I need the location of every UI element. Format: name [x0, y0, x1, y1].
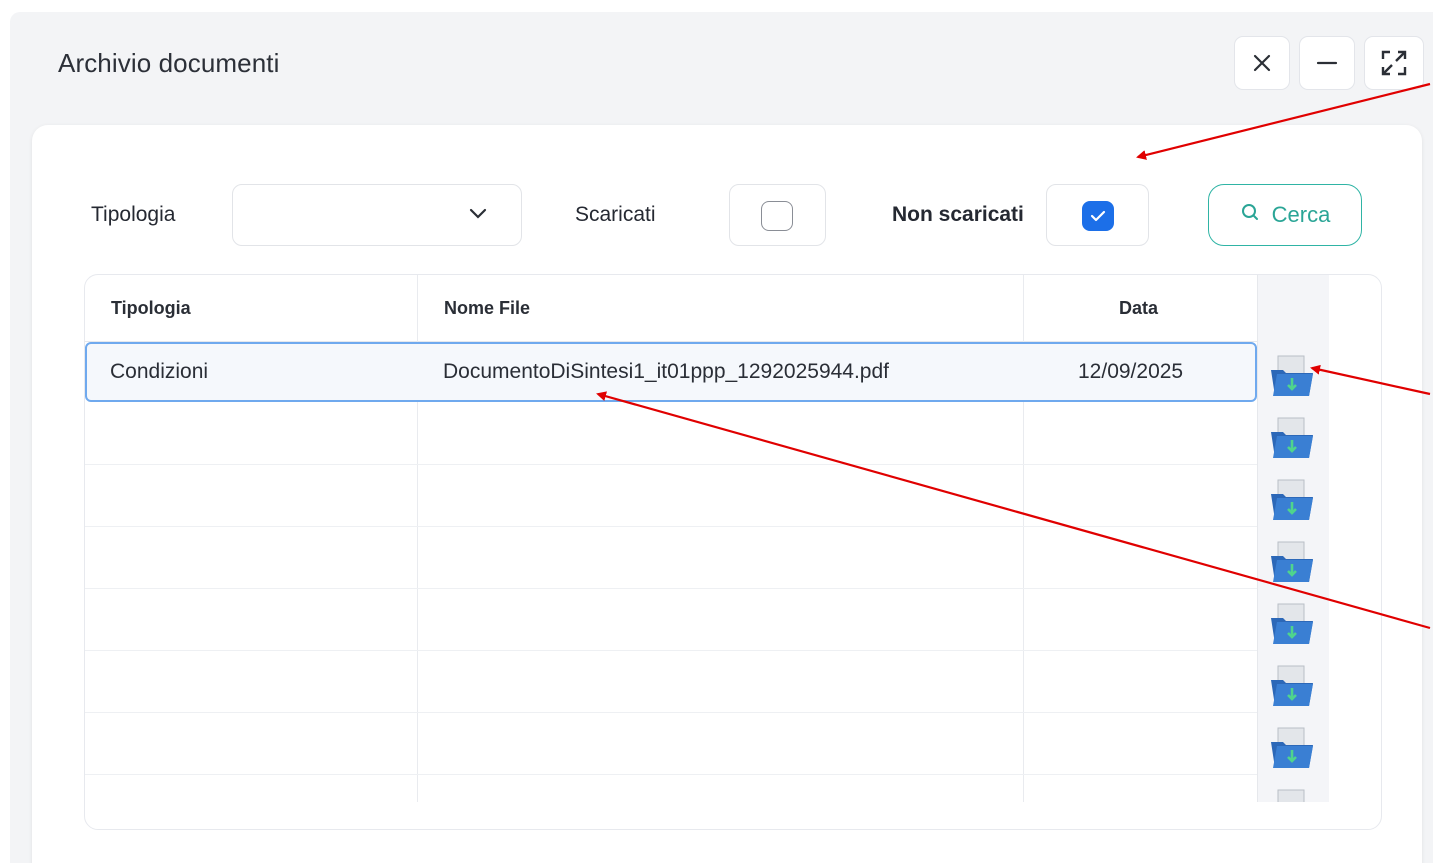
download-folder-icon[interactable] [1269, 786, 1315, 802]
row-divider [85, 464, 1329, 465]
minimize-icon [1316, 61, 1338, 65]
download-folder-icon[interactable] [1269, 352, 1315, 398]
cell-tipologia: Condizioni [110, 360, 209, 383]
download-folder-icon[interactable] [1269, 724, 1315, 770]
maximize-button[interactable] [1364, 36, 1424, 90]
cell-nome-file: DocumentoDiSintesi1_it01ppp_1292025944.p… [443, 360, 890, 383]
non-scaricati-label: Non scaricati [892, 203, 1024, 226]
row-divider [85, 650, 1329, 651]
grid-header [85, 275, 1257, 342]
search-icon [1241, 204, 1258, 220]
document-archive-window: Archivio documenti Tipologia Scaricati N… [10, 12, 1433, 863]
column-header-data[interactable]: Data [1119, 275, 1158, 342]
row-divider [85, 526, 1329, 527]
search-button[interactable]: Cerca [1208, 184, 1362, 246]
download-folder-icon[interactable] [1269, 476, 1315, 522]
row-divider [85, 588, 1329, 589]
chevron-down-icon [469, 208, 487, 219]
row-divider [85, 712, 1329, 713]
column-header-tipologia[interactable]: Tipologia [111, 275, 191, 342]
column-header-nome-file[interactable]: Nome File [444, 275, 530, 342]
non-scaricati-checkbox-container [1046, 184, 1149, 246]
content-card: Tipologia Scaricati Non scaricati Cerca … [32, 125, 1422, 863]
download-folder-icon[interactable] [1269, 538, 1315, 584]
scaricati-checkbox-container [729, 184, 826, 246]
tipologia-label: Tipologia [91, 203, 176, 226]
scaricati-label: Scaricati [575, 203, 656, 226]
non-scaricati-checkbox[interactable] [1082, 201, 1114, 231]
maximize-icon [1381, 50, 1407, 76]
close-icon [1253, 54, 1271, 72]
cell-data: 12/09/2025 [1078, 360, 1184, 383]
download-folder-icon[interactable] [1269, 600, 1315, 646]
download-folder-icon[interactable] [1269, 662, 1315, 708]
download-column [1257, 275, 1329, 802]
download-folder-icon[interactable] [1269, 414, 1315, 460]
tipologia-select[interactable] [232, 184, 522, 246]
close-button[interactable] [1234, 36, 1290, 90]
scaricati-checkbox[interactable] [761, 201, 793, 231]
window-title: Archivio documenti [58, 48, 280, 78]
documents-grid: Tipologia Nome File Data Condizioni Docu… [84, 274, 1382, 830]
checkmark-icon [1090, 210, 1106, 222]
row-divider [85, 774, 1329, 775]
search-button-label: Cerca [1271, 202, 1331, 227]
minimize-button[interactable] [1299, 36, 1355, 90]
